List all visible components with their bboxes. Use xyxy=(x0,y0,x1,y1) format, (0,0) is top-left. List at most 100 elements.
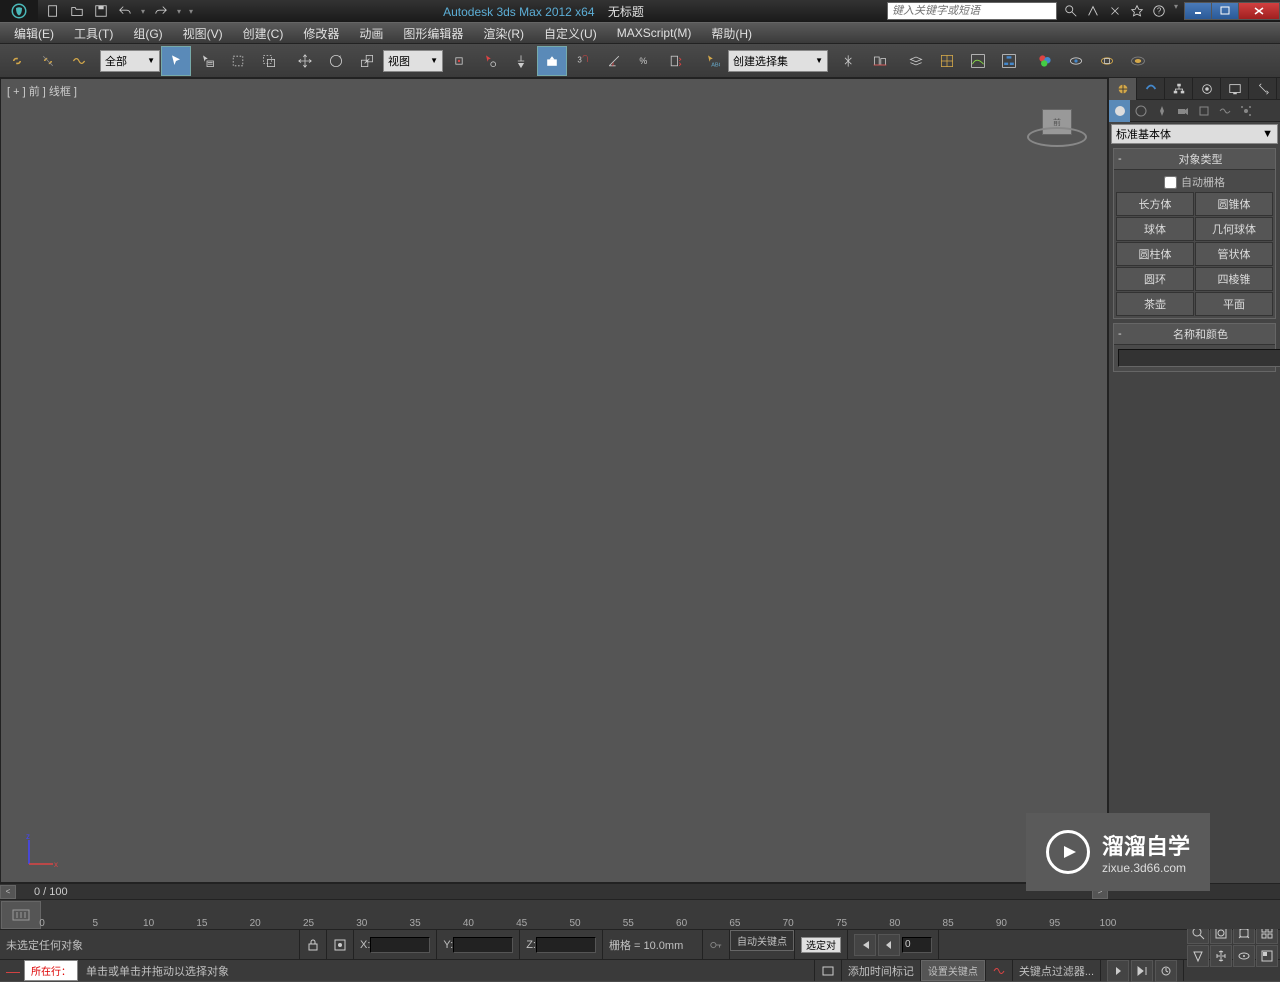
subtab-lights-icon[interactable] xyxy=(1151,100,1172,122)
tab-utilities-icon[interactable] xyxy=(1249,78,1277,100)
orbit-icon[interactable] xyxy=(1233,945,1255,967)
tab-create-icon[interactable] xyxy=(1109,78,1137,100)
snap-toggle-icon[interactable] xyxy=(537,46,567,76)
minimize-button[interactable] xyxy=(1184,2,1212,20)
subtab-helpers-icon[interactable] xyxy=(1193,100,1214,122)
help-dropdown-icon[interactable]: ▾ xyxy=(1171,2,1181,20)
add-time-tag[interactable]: 添加时间标记 xyxy=(842,960,921,981)
time-tag-icon[interactable] xyxy=(815,960,842,981)
menu-create[interactable]: 创建(C) xyxy=(233,23,294,44)
selection-filter-combo[interactable]: 全部▼ xyxy=(100,50,160,72)
select-region-icon[interactable] xyxy=(223,46,253,76)
primitive-teapot-button[interactable]: 茶壶 xyxy=(1116,292,1194,316)
primitive-cone-button[interactable]: 圆锥体 xyxy=(1195,192,1273,216)
tab-display-icon[interactable] xyxy=(1221,78,1249,100)
tab-motion-icon[interactable] xyxy=(1193,78,1221,100)
save-file-icon[interactable] xyxy=(90,2,112,20)
primitive-plane-button[interactable]: 平面 xyxy=(1195,292,1273,316)
playback-prev-icon[interactable] xyxy=(878,934,900,956)
bind-spacewarp-icon[interactable] xyxy=(64,46,94,76)
favorites-icon[interactable] xyxy=(1127,2,1147,20)
playback-end-icon[interactable] xyxy=(1131,960,1153,982)
render-setup-icon[interactable] xyxy=(1061,46,1091,76)
menu-maxscript[interactable]: MAXScript(M) xyxy=(607,24,702,42)
snap-3d-icon[interactable]: 3 xyxy=(568,46,598,76)
graphite-icon[interactable] xyxy=(932,46,962,76)
subtab-geometry-icon[interactable] xyxy=(1109,100,1130,122)
unlink-icon[interactable] xyxy=(33,46,63,76)
tab-modify-icon[interactable] xyxy=(1137,78,1165,100)
viewcube-ring[interactable] xyxy=(1027,127,1087,147)
menu-help[interactable]: 帮助(H) xyxy=(701,23,762,44)
menu-views[interactable]: 视图(V) xyxy=(173,23,233,44)
pan-icon[interactable] xyxy=(1210,945,1232,967)
auto-grid-check[interactable] xyxy=(1164,176,1177,189)
playback-next-icon[interactable] xyxy=(1107,960,1129,982)
app-icon[interactable] xyxy=(0,0,38,22)
primitive-geosphere-button[interactable]: 几何球体 xyxy=(1195,217,1273,241)
y-coord-input[interactable] xyxy=(453,937,513,953)
open-file-icon[interactable] xyxy=(66,2,88,20)
primitive-torus-button[interactable]: 圆环 xyxy=(1116,267,1194,291)
close-button[interactable] xyxy=(1238,2,1280,20)
category-combo[interactable]: 标准基本体▼ xyxy=(1111,124,1278,144)
primitive-tube-button[interactable]: 管状体 xyxy=(1195,242,1273,266)
key-target-combo[interactable]: 选定对 xyxy=(801,937,841,953)
key-mode-icon[interactable] xyxy=(986,960,1013,981)
scale-icon[interactable] xyxy=(352,46,382,76)
keyboard-shortcut-icon[interactable] xyxy=(506,46,536,76)
menu-animation[interactable]: 动画 xyxy=(349,23,393,44)
select-manipulate-icon[interactable] xyxy=(475,46,505,76)
percent-snap-icon[interactable]: % xyxy=(630,46,660,76)
mirror-icon[interactable] xyxy=(834,46,864,76)
x-coord-input[interactable] xyxy=(370,937,430,953)
maximize-viewport-icon[interactable] xyxy=(1256,945,1278,967)
primitive-cylinder-button[interactable]: 圆柱体 xyxy=(1116,242,1194,266)
set-key-button[interactable]: 设置关键点 xyxy=(921,960,985,981)
redo-icon[interactable] xyxy=(150,2,172,20)
z-coord-input[interactable] xyxy=(536,937,596,953)
material-editor-icon[interactable] xyxy=(1030,46,1060,76)
new-file-icon[interactable] xyxy=(42,2,64,20)
schematic-view-icon[interactable] xyxy=(994,46,1024,76)
subscription-icon[interactable] xyxy=(1083,2,1103,20)
undo-icon[interactable] xyxy=(114,2,136,20)
timeline[interactable]: 0510152025303540455055606570758085909510… xyxy=(0,899,1280,929)
tab-hierarchy-icon[interactable] xyxy=(1165,78,1193,100)
viewport-label[interactable]: [ + ] 前 ] 线框 ] xyxy=(7,83,77,99)
playback-start-icon[interactable] xyxy=(854,934,876,956)
layer-manager-icon[interactable] xyxy=(901,46,931,76)
qat-dropdown-icon[interactable]: ▾ xyxy=(138,7,148,16)
help-icon[interactable]: ? xyxy=(1149,2,1169,20)
rollout-header-name-color[interactable]: -名称和颜色 xyxy=(1114,324,1275,345)
rotate-icon[interactable] xyxy=(321,46,351,76)
qat-customize-icon[interactable]: ▾ xyxy=(186,7,196,16)
menu-tools[interactable]: 工具(T) xyxy=(64,23,123,44)
align-icon[interactable] xyxy=(865,46,895,76)
viewport[interactable]: [ + ] 前 ] 线框 ] 前 z x xyxy=(0,78,1108,883)
search-input[interactable] xyxy=(887,2,1057,20)
menu-customize[interactable]: 自定义(U) xyxy=(534,23,607,44)
object-name-input[interactable] xyxy=(1118,349,1280,367)
subtab-cameras-icon[interactable] xyxy=(1172,100,1193,122)
reference-coord-combo[interactable]: 视图▼ xyxy=(383,50,443,72)
menu-graph-editors[interactable]: 图形编辑器 xyxy=(393,23,473,44)
current-frame-input[interactable] xyxy=(902,937,932,953)
key-filters-button[interactable]: 关键点过滤器... xyxy=(1013,960,1101,981)
rollout-header-object-type[interactable]: -对象类型 xyxy=(1114,149,1275,170)
qat-dropdown-icon[interactable]: ▾ xyxy=(174,7,184,16)
auto-key-button[interactable]: 自动关键点 xyxy=(730,930,794,951)
menu-modifiers[interactable]: 修改器 xyxy=(293,23,349,44)
select-by-name-icon[interactable] xyxy=(192,46,222,76)
link-icon[interactable] xyxy=(2,46,32,76)
menu-rendering[interactable]: 渲染(R) xyxy=(473,23,534,44)
pivot-center-icon[interactable] xyxy=(444,46,474,76)
time-config-icon[interactable] xyxy=(1155,960,1177,982)
isolate-icon[interactable] xyxy=(327,930,354,959)
menu-edit[interactable]: 编辑(E) xyxy=(4,23,64,44)
subtab-spacewarps-icon[interactable] xyxy=(1214,100,1235,122)
window-crossing-icon[interactable] xyxy=(254,46,284,76)
subtab-shapes-icon[interactable] xyxy=(1130,100,1151,122)
render-frame-icon[interactable] xyxy=(1092,46,1122,76)
exchange-icon[interactable] xyxy=(1105,2,1125,20)
